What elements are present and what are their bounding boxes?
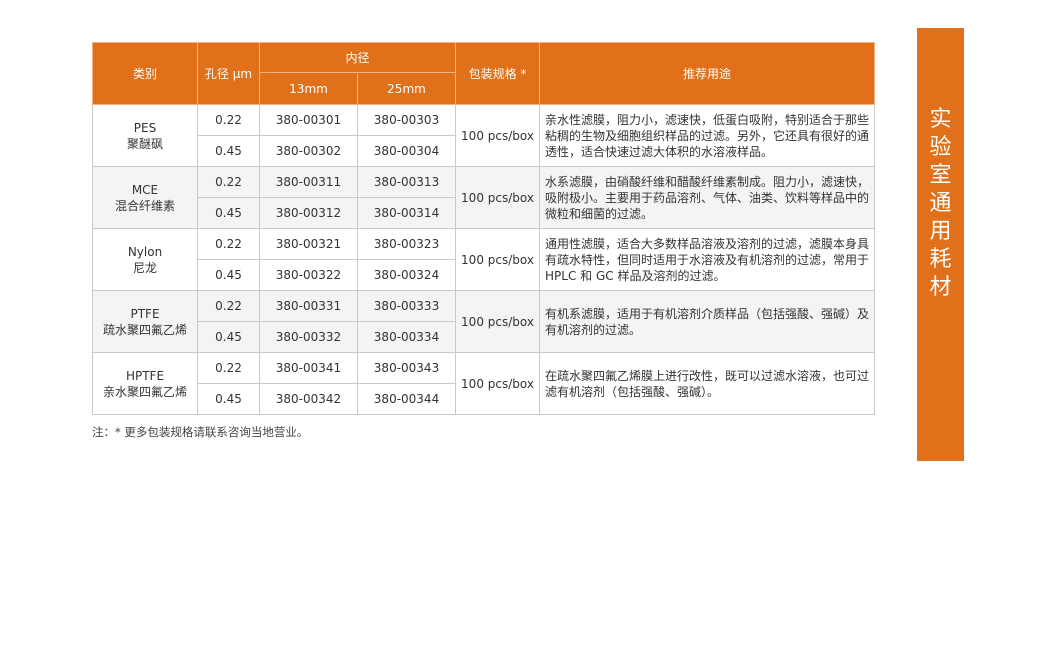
usage-cell: 在疏水聚四氟乙烯膜上进行改性，既可以过滤水溶液，也可过滤有机溶剂（包括强酸、强碱… bbox=[539, 352, 876, 415]
category-cell: PES 聚醚砜 bbox=[92, 104, 198, 167]
part-number-13mm: 380-00332 bbox=[259, 321, 358, 353]
side-title-char: 耗 bbox=[929, 247, 952, 272]
category-name-cn: 疏水聚四氟乙烯 bbox=[102, 322, 187, 337]
category-name-cn: 亲水聚四氟乙烯 bbox=[102, 384, 187, 399]
part-number-25mm: 380-00344 bbox=[356, 383, 457, 415]
side-title-char: 用 bbox=[929, 219, 952, 244]
header-category: 类别 bbox=[92, 42, 198, 105]
part-number-25mm: 380-00314 bbox=[356, 197, 457, 229]
table-row: MCE 混合纤维素 0.22 380-00311 380-00313 100 p… bbox=[92, 166, 876, 229]
pore-size-cell: 0.22 bbox=[197, 290, 260, 322]
side-section-title: 实 验 室 通 用 耗 材 bbox=[917, 106, 964, 302]
product-table-container: 类别 孔径 μm 内径 包装规格 * 推荐用途 13mm 25mm PES 聚醚… bbox=[92, 42, 876, 415]
pore-size-cell: 0.45 bbox=[197, 383, 260, 415]
part-number-13mm: 380-00311 bbox=[259, 166, 358, 198]
table-row: PTFE 疏水聚四氟乙烯 0.22 380-00331 380-00333 10… bbox=[92, 290, 876, 353]
category-name-cn: 混合纤维素 bbox=[114, 198, 175, 213]
side-title-char: 实 bbox=[929, 107, 952, 132]
category-name-en: HPTFE bbox=[125, 368, 165, 383]
table-row: Nylon 尼龙 0.22 380-00321 380-00323 100 pc… bbox=[92, 228, 876, 291]
header-pore-size: 孔径 μm bbox=[197, 42, 260, 105]
side-title-char: 验 bbox=[929, 135, 952, 160]
pore-size-cell: 0.45 bbox=[197, 197, 260, 229]
part-number-25mm: 380-00334 bbox=[356, 321, 457, 353]
category-name-en: PES bbox=[133, 120, 157, 135]
package-cell: 100 pcs/box bbox=[455, 228, 541, 291]
package-cell: 100 pcs/box bbox=[455, 166, 541, 229]
table-footnote: 注：* 更多包装规格请联系咨询当地营业。 bbox=[92, 425, 309, 439]
usage-cell: 通用性滤膜，适合大多数样品溶液及溶剂的过滤，滤膜本身具有疏水特性，但同时适用于水… bbox=[539, 228, 876, 291]
category-name-en: PTFE bbox=[130, 306, 160, 321]
header-inner-diameter: 内径 bbox=[258, 42, 457, 73]
part-number-13mm: 380-00341 bbox=[259, 352, 358, 384]
side-title-char: 材 bbox=[929, 275, 952, 300]
category-name-en: Nylon bbox=[127, 244, 163, 259]
part-number-25mm: 380-00323 bbox=[356, 228, 457, 260]
part-number-25mm: 380-00313 bbox=[356, 166, 457, 198]
part-number-13mm: 380-00301 bbox=[259, 104, 358, 136]
table-row: PES 聚醚砜 0.22 380-00301 380-00303 100 pcs… bbox=[92, 104, 876, 167]
part-number-25mm: 380-00343 bbox=[356, 352, 457, 384]
category-cell: PTFE 疏水聚四氟乙烯 bbox=[92, 290, 198, 353]
part-number-25mm: 380-00333 bbox=[356, 290, 457, 322]
header-package: 包装规格 * bbox=[455, 42, 541, 105]
pore-size-cell: 0.45 bbox=[197, 135, 260, 167]
part-number-13mm: 380-00331 bbox=[259, 290, 358, 322]
pore-size-cell: 0.22 bbox=[197, 166, 260, 198]
usage-cell: 有机系滤膜，适用于有机溶剂介质样品（包括强酸、强碱）及有机溶剂的过滤。 bbox=[539, 290, 876, 353]
part-number-25mm: 380-00324 bbox=[356, 259, 457, 291]
category-name-cn: 聚醚砜 bbox=[126, 136, 163, 151]
package-cell: 100 pcs/box bbox=[455, 290, 541, 353]
filter-membrane-table: 类别 孔径 μm 内径 包装规格 * 推荐用途 13mm 25mm PES 聚醚… bbox=[92, 42, 876, 415]
category-name-en: MCE bbox=[131, 182, 159, 197]
side-section-tab: 实 验 室 通 用 耗 材 bbox=[917, 28, 964, 461]
category-cell: Nylon 尼龙 bbox=[92, 228, 198, 291]
pore-size-cell: 0.22 bbox=[197, 228, 260, 260]
header-usage: 推荐用途 bbox=[539, 42, 876, 105]
usage-cell: 亲水性滤膜，阻力小，滤速快，低蛋白吸附，特别适合于那些粘稠的生物及细胞组织样品的… bbox=[539, 104, 876, 167]
header-diameter-25mm: 25mm bbox=[356, 72, 457, 105]
part-number-13mm: 380-00342 bbox=[259, 383, 358, 415]
part-number-13mm: 380-00312 bbox=[259, 197, 358, 229]
part-number-25mm: 380-00304 bbox=[356, 135, 457, 167]
pore-size-cell: 0.22 bbox=[197, 352, 260, 384]
package-cell: 100 pcs/box bbox=[455, 352, 541, 415]
category-cell: HPTFE 亲水聚四氟乙烯 bbox=[92, 352, 198, 415]
pore-size-cell: 0.45 bbox=[197, 321, 260, 353]
category-name-cn: 尼龙 bbox=[132, 260, 157, 275]
side-title-char: 通 bbox=[929, 191, 952, 216]
table-row: HPTFE 亲水聚四氟乙烯 0.22 380-00341 380-00343 1… bbox=[92, 352, 876, 415]
part-number-13mm: 380-00321 bbox=[259, 228, 358, 260]
header-diameter-13mm: 13mm bbox=[259, 72, 358, 105]
category-cell: MCE 混合纤维素 bbox=[92, 166, 198, 229]
pore-size-cell: 0.22 bbox=[197, 104, 260, 136]
part-number-13mm: 380-00302 bbox=[259, 135, 358, 167]
part-number-25mm: 380-00303 bbox=[356, 104, 457, 136]
usage-cell: 水系滤膜，由硝酸纤维和醋酸纤维素制成。阻力小，滤速快，吸附极小。主要用于药品溶剂… bbox=[539, 166, 876, 229]
pore-size-cell: 0.45 bbox=[197, 259, 260, 291]
side-title-char: 室 bbox=[929, 163, 952, 188]
part-number-13mm: 380-00322 bbox=[259, 259, 358, 291]
package-cell: 100 pcs/box bbox=[455, 104, 541, 167]
